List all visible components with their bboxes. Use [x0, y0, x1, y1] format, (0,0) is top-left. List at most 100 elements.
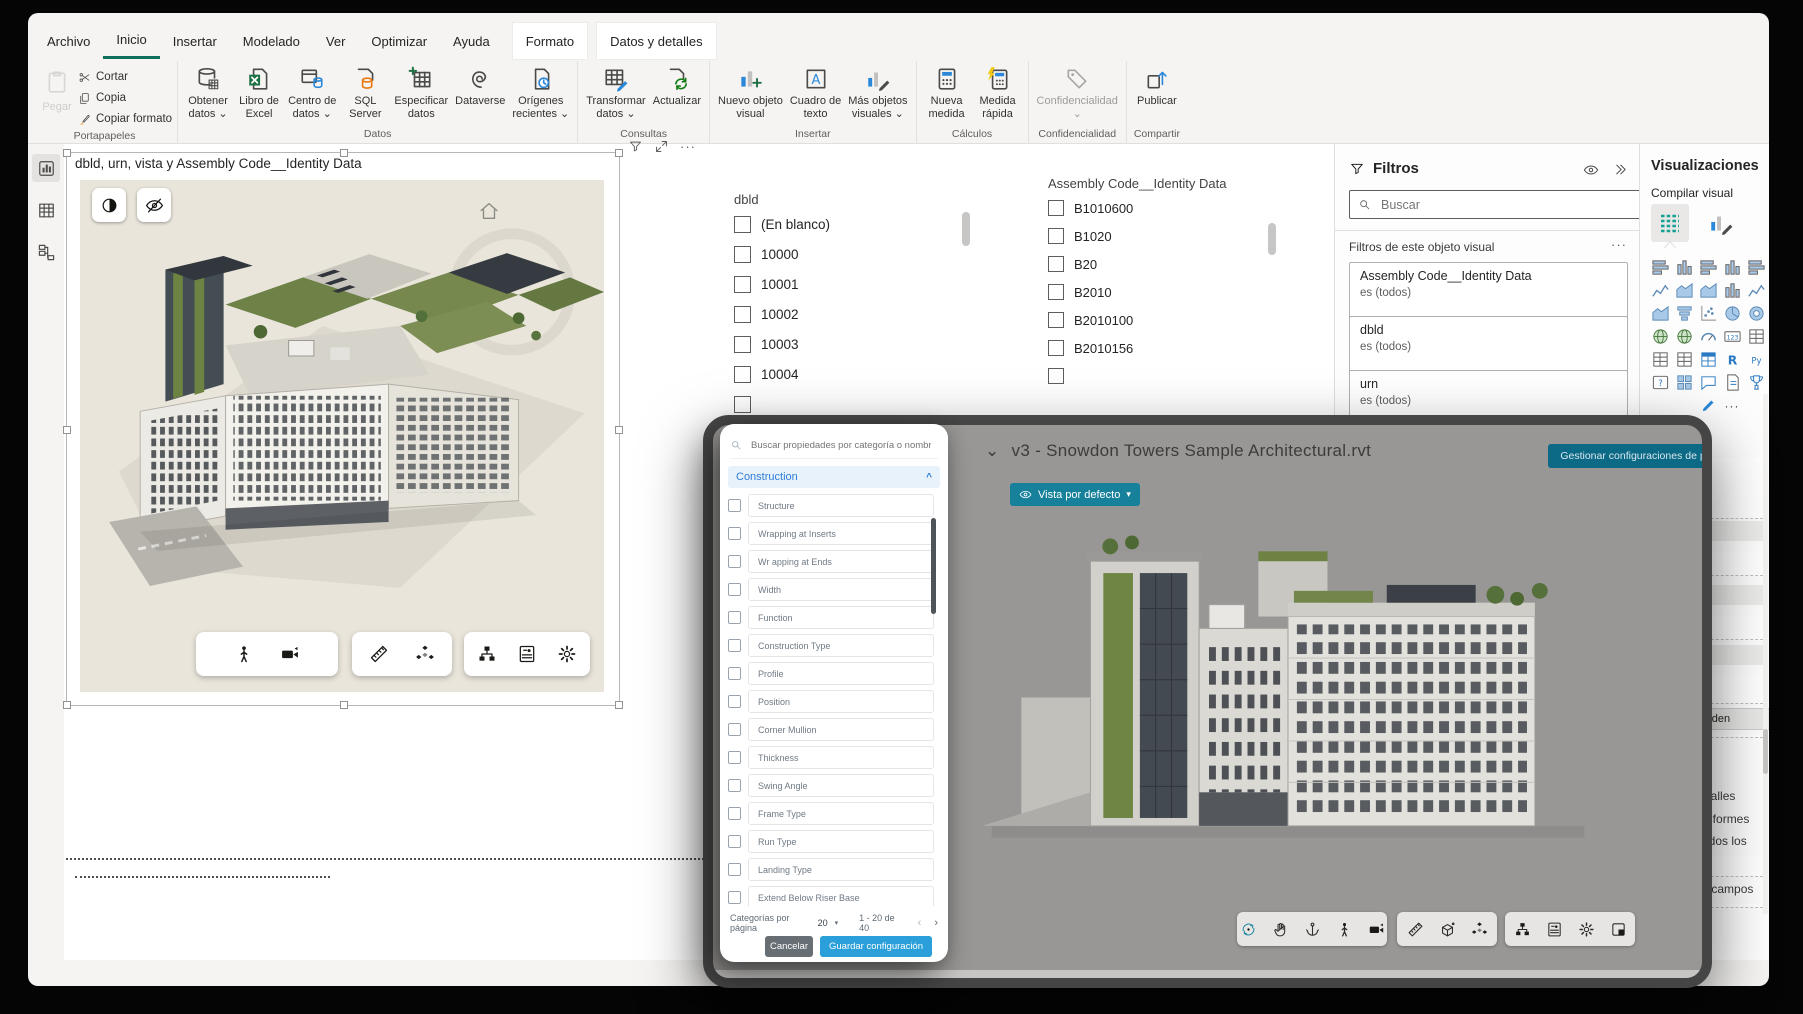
python-visual-icon[interactable] [1744, 348, 1768, 371]
clustered-bar-chart-icon[interactable] [1696, 256, 1720, 279]
slicer-item-partial[interactable] [734, 396, 964, 413]
r-visual-icon[interactable] [1720, 348, 1744, 371]
checkbox[interactable] [728, 779, 741, 792]
ribbon-button[interactable]: Especificar datos [391, 63, 451, 120]
checkbox[interactable] [1048, 228, 1064, 244]
resize-handle[interactable] [340, 701, 348, 709]
section-box-icon[interactable] [1439, 921, 1456, 938]
ribbon-button[interactable]: SQL Server [340, 63, 390, 120]
checkbox[interactable] [734, 366, 751, 383]
checkbox[interactable] [1048, 256, 1064, 272]
property-row[interactable]: Landing Type [728, 858, 934, 881]
home-view-icon[interactable] [478, 200, 500, 222]
property-row[interactable]: Corner Mullion [728, 718, 934, 741]
tab-ayuda[interactable]: Ayuda [440, 23, 503, 59]
slicer-item[interactable]: 10000 [734, 246, 964, 263]
property-row[interactable]: Position [728, 690, 934, 713]
filter-card[interactable]: Assembly Code__Identity Data es (todos) [1349, 262, 1628, 322]
table-icon[interactable] [1744, 325, 1768, 348]
model-view-button[interactable] [32, 238, 60, 266]
checkbox[interactable] [1048, 284, 1064, 300]
checkbox[interactable] [728, 527, 741, 540]
model-browser-icon[interactable] [477, 644, 497, 664]
checkbox[interactable] [1048, 368, 1064, 384]
ribbon-button[interactable]: Dataverse [452, 63, 508, 108]
slicer-item-partial[interactable] [1048, 368, 1283, 384]
checkbox[interactable] [734, 336, 751, 353]
resize-handle[interactable] [63, 149, 71, 157]
ribbon-button[interactable]: Obtener datos ⌄ [183, 63, 233, 120]
slicer-item[interactable]: 10002 [734, 306, 964, 323]
explode-icon[interactable] [415, 644, 435, 664]
zoom-anchor-icon[interactable] [1304, 921, 1321, 938]
tab-modelado[interactable]: Modelado [230, 23, 313, 59]
qa-visual-icon[interactable] [1648, 371, 1672, 394]
tab-optimizar[interactable]: Optimizar [358, 23, 440, 59]
clustered-column-chart-icon[interactable] [1720, 256, 1744, 279]
ribbon-button[interactable]: Nuevo objeto visual [715, 63, 786, 120]
ribbon-button[interactable]: Medida rápida [973, 63, 1023, 120]
ribbon-button[interactable]: Libro de Excel [234, 63, 284, 120]
clipboard-button[interactable]: Copiar formato [78, 110, 172, 128]
caret-down-icon[interactable]: ▾ [835, 919, 839, 927]
checkbox[interactable] [1048, 200, 1064, 216]
slicer-item[interactable]: (En blanco) [734, 216, 964, 233]
manage-settings-button[interactable]: Gestionar configuraciones de p [1548, 444, 1712, 468]
stacked-area-chart-icon[interactable] [1696, 279, 1720, 302]
property-row[interactable]: Construction Type [728, 634, 934, 657]
slicer-icon[interactable] [1648, 348, 1672, 371]
measure-icon[interactable] [369, 644, 389, 664]
camera-icon[interactable] [280, 644, 300, 664]
slicer-item[interactable]: 10001 [734, 276, 964, 293]
data-view-button[interactable] [32, 196, 60, 224]
property-row[interactable]: Wrapping at Inserts [728, 522, 934, 545]
checkbox[interactable] [728, 891, 741, 904]
checkbox[interactable] [728, 863, 741, 876]
forge-viewer-visual[interactable]: dbld, urn, vista y Assembly Code__Identi… [66, 152, 620, 706]
area-chart-icon[interactable] [1672, 279, 1696, 302]
resize-handle[interactable] [615, 426, 623, 434]
per-page-value[interactable]: 20 [818, 918, 828, 928]
line-chart-icon[interactable] [1648, 279, 1672, 302]
first-person-icon[interactable] [1336, 921, 1353, 938]
resize-handle[interactable] [63, 426, 71, 434]
resize-handle[interactable] [615, 701, 623, 709]
model-browser-icon[interactable] [1514, 921, 1531, 938]
hide-elements-button[interactable] [137, 188, 171, 222]
property-row[interactable]: Profile [728, 662, 934, 685]
ribbon-chart-icon[interactable] [1648, 302, 1672, 325]
checkbox[interactable] [1048, 312, 1064, 328]
ribbon-button[interactable]: Actualizar [650, 63, 704, 108]
slicer-item[interactable]: B2010156 [1048, 340, 1283, 356]
slicer-item[interactable]: 10003 [734, 336, 964, 353]
visual-more-options[interactable]: ··· [680, 139, 696, 154]
stacked-column-chart-icon[interactable] [1672, 256, 1696, 279]
slicer-item[interactable]: B1020 [1048, 228, 1283, 244]
pie-chart-icon[interactable] [1720, 302, 1744, 325]
camera-icon[interactable] [1368, 921, 1385, 938]
checkbox[interactable] [1048, 340, 1064, 356]
slicer-item[interactable]: B20 [1048, 256, 1283, 272]
card-icon[interactable] [1720, 325, 1744, 348]
viewer-3d-canvas[interactable] [80, 180, 604, 692]
first-person-icon[interactable] [234, 644, 254, 664]
property-row[interactable]: Wr apping at Ends [728, 550, 934, 573]
selected-visual-tile[interactable] [1651, 204, 1689, 242]
prev-page-button[interactable]: ‹ [918, 917, 922, 929]
collapse-panel-icon[interactable] [1613, 162, 1628, 177]
funnel-chart-icon[interactable] [1672, 302, 1696, 325]
clipboard-button[interactable]: Copia [78, 89, 172, 107]
checkbox[interactable] [728, 583, 741, 596]
ribbon-button[interactable]: Centro de datos ⌄ [285, 63, 339, 120]
checkbox[interactable] [734, 216, 751, 233]
checkbox[interactable] [728, 611, 741, 624]
checkbox[interactable] [728, 499, 741, 512]
100-stacked-bar-icon[interactable] [1744, 256, 1768, 279]
resize-handle[interactable] [340, 149, 348, 157]
cancel-button[interactable]: Cancelar [765, 936, 813, 957]
tab-archivo[interactable]: Archivo [34, 23, 103, 59]
checkbox[interactable] [728, 807, 741, 820]
property-row[interactable]: Width [728, 578, 934, 601]
table-visual-icon[interactable] [1672, 348, 1696, 371]
filters-more-options[interactable]: ··· [1611, 237, 1627, 252]
